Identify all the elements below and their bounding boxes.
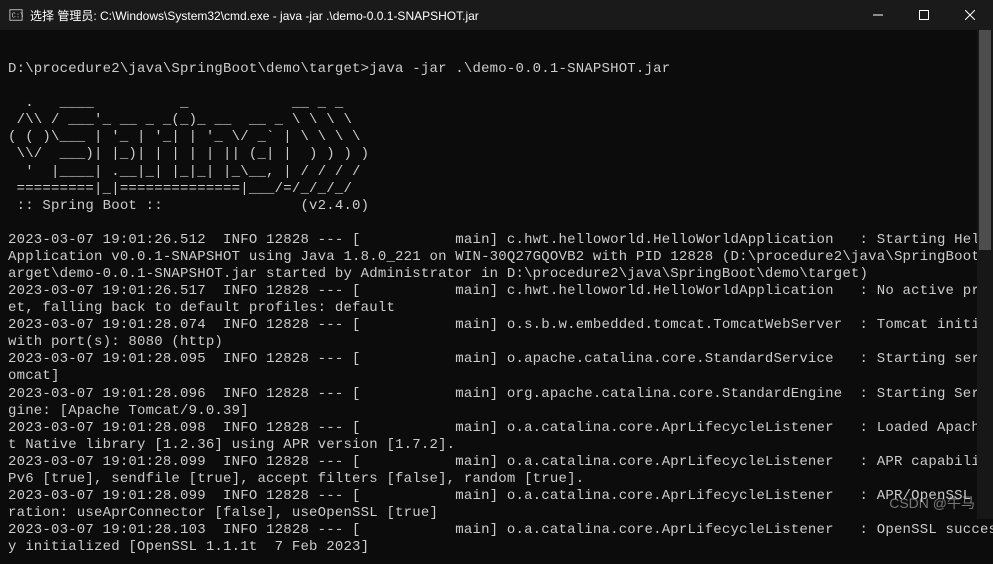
spring-banner: . ____ _ __ _ _ /\\ / ___'_ __ _ _(_)_ _… <box>8 95 369 196</box>
window-title: 选择 管理员: C:\Windows\System32\cmd.exe - ja… <box>30 7 479 24</box>
titlebar-left: C:\ 选择 管理员: C:\Windows\System32\cmd.exe … <box>8 7 479 24</box>
prompt-line: D:\procedure2\java\SpringBoot\demo\targe… <box>8 61 670 77</box>
spring-banner-footer: :: Spring Boot :: (v2.4.0) <box>8 198 369 214</box>
terminal-output[interactable]: D:\procedure2\java\SpringBoot\demo\targe… <box>0 30 993 564</box>
scrollbar-thumb[interactable] <box>979 30 991 250</box>
window-titlebar: C:\ 选择 管理员: C:\Windows\System32\cmd.exe … <box>0 0 993 30</box>
cmd-icon: C:\ <box>8 7 24 23</box>
log-output: 2023-03-07 19:01:26.512 INFO 12828 --- [… <box>8 232 993 555</box>
minimize-button[interactable] <box>855 0 901 30</box>
window-controls <box>855 0 993 30</box>
vertical-scrollbar[interactable] <box>977 30 993 519</box>
close-button[interactable] <box>947 0 993 30</box>
maximize-button[interactable] <box>901 0 947 30</box>
svg-text:C:\: C:\ <box>12 13 23 21</box>
